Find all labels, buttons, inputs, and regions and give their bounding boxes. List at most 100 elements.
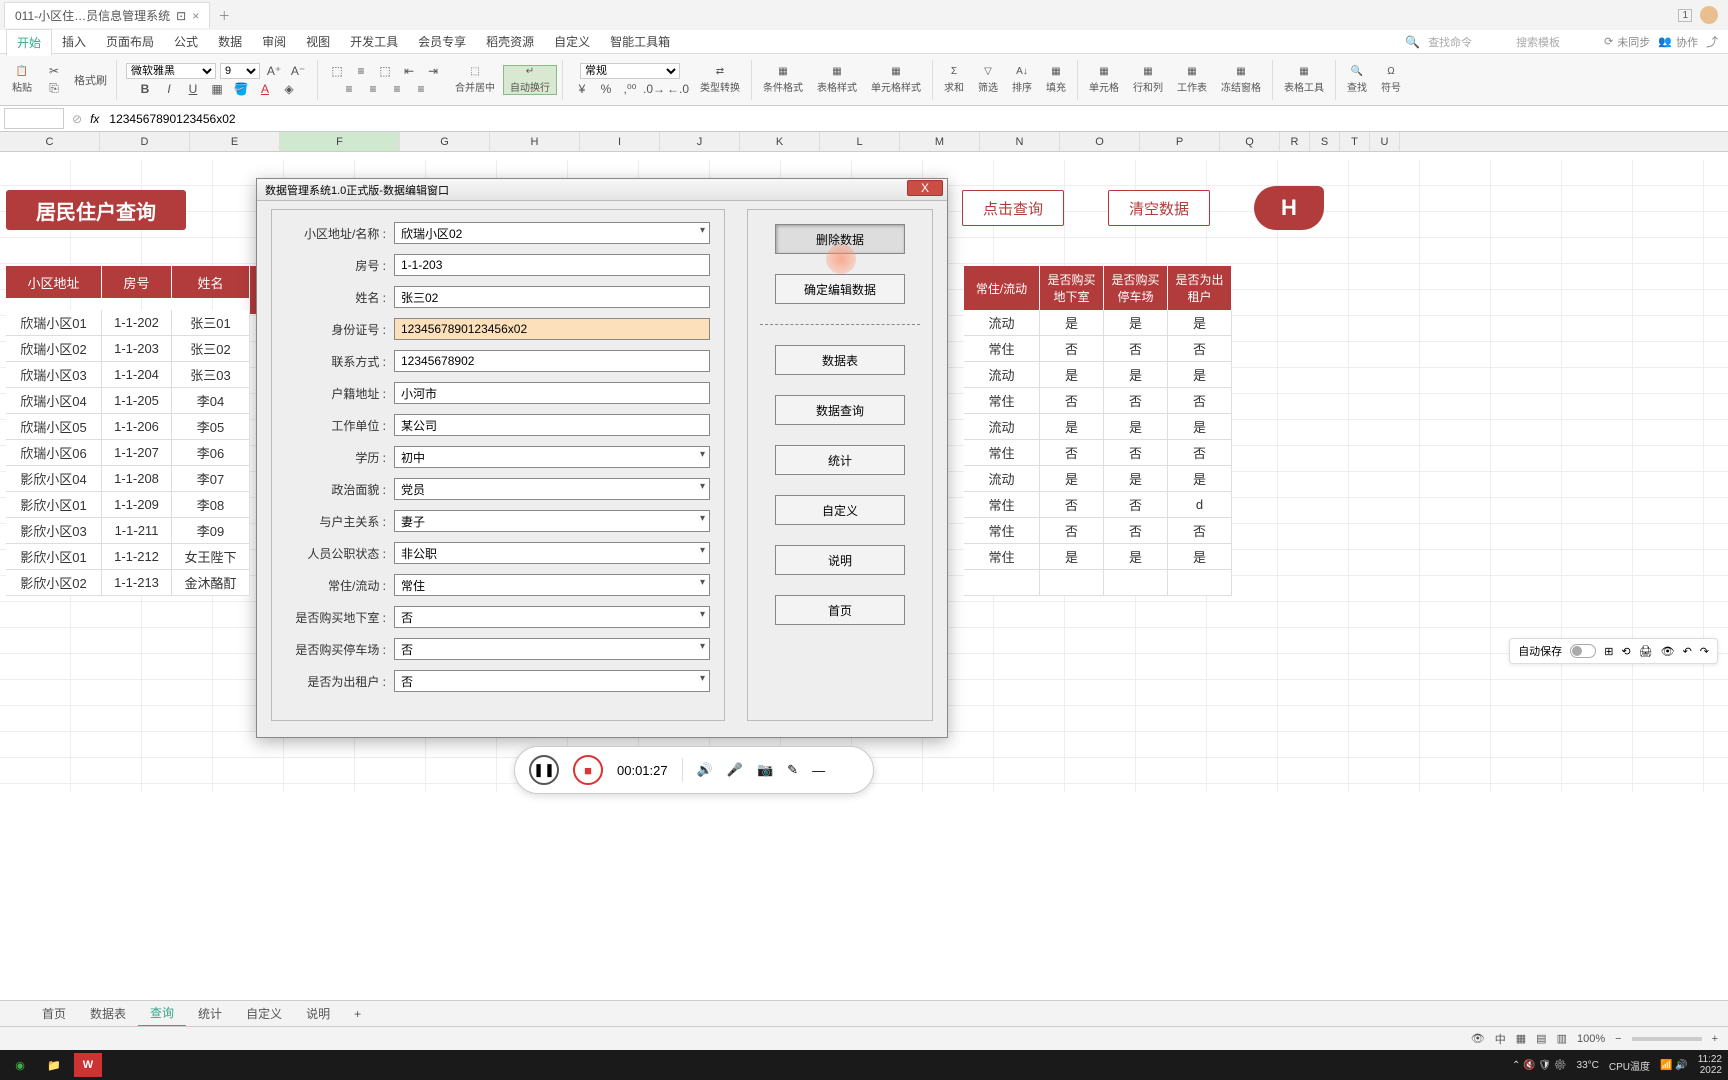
cell[interactable]: 影欣小区01 bbox=[6, 492, 102, 518]
form-field-1[interactable]: 1-1-203 bbox=[394, 254, 710, 276]
form-field-13[interactable]: 否 bbox=[394, 638, 710, 660]
add-sheet-button[interactable]: + bbox=[342, 1003, 373, 1025]
cell[interactable]: 张三03 bbox=[172, 362, 250, 388]
cell[interactable]: 否 bbox=[1168, 440, 1232, 466]
user-avatar[interactable] bbox=[1700, 6, 1718, 24]
font-decrease-icon[interactable]: A⁻ bbox=[288, 63, 308, 79]
cell[interactable]: 否 bbox=[1040, 336, 1104, 362]
pen-icon[interactable]: ✎ bbox=[787, 762, 798, 778]
find-button[interactable]: 🔍查找 bbox=[1341, 66, 1373, 94]
font-color-icon[interactable]: A bbox=[255, 81, 275, 97]
col-header-O[interactable]: O bbox=[1060, 132, 1140, 151]
cell[interactable]: 影欣小区04 bbox=[6, 466, 102, 492]
form-field-3[interactable]: 12345678901234​56x02 bbox=[394, 318, 710, 340]
tb-icon-4[interactable]: 👁 bbox=[1661, 645, 1675, 658]
comma-icon[interactable]: ,⁰⁰ bbox=[620, 81, 640, 97]
cell[interactable]: 影欣小区01 bbox=[6, 544, 102, 570]
sum-button[interactable]: Σ求和 bbox=[938, 66, 970, 94]
form-field-4[interactable]: 12345678902 bbox=[394, 350, 710, 372]
align-top-icon[interactable]: ⬚ bbox=[327, 63, 347, 79]
sheet-tab-3[interactable]: 统计 bbox=[186, 1001, 234, 1026]
type-convert-button[interactable]: ⇄类型转换 bbox=[694, 66, 746, 94]
cell[interactable]: 1-1-204 bbox=[102, 362, 172, 388]
sheet-tab-1[interactable]: 数据表 bbox=[78, 1001, 138, 1026]
start-icon[interactable]: ◉ bbox=[6, 1053, 34, 1077]
document-tab[interactable]: 011-小区住…员信息管理系统 ⊡ × bbox=[4, 2, 210, 28]
col-header-Q[interactable]: Q bbox=[1220, 132, 1280, 151]
cell[interactable]: 1-1-206 bbox=[102, 414, 172, 440]
collab-button[interactable]: 👥 协作 bbox=[1658, 34, 1698, 50]
name-box[interactable] bbox=[4, 108, 64, 129]
cell[interactable]: 否 bbox=[1040, 440, 1104, 466]
form-field-12[interactable]: 否 bbox=[394, 606, 710, 628]
cell[interactable]: 是 bbox=[1040, 544, 1104, 570]
align-center-icon[interactable]: ≡ bbox=[363, 81, 383, 97]
font-size-select[interactable]: 9 bbox=[220, 63, 260, 79]
cell[interactable]: 是 bbox=[1104, 362, 1168, 388]
cell[interactable]: 欣瑞小区05 bbox=[6, 414, 102, 440]
dec-inc-icon[interactable]: .0→ bbox=[644, 81, 664, 97]
ribbon-tab-9[interactable]: 稻壳资源 bbox=[476, 29, 544, 55]
clear-button[interactable]: 清空数据 bbox=[1108, 190, 1210, 226]
cell[interactable]: 是 bbox=[1168, 544, 1232, 570]
cell[interactable]: 否 bbox=[1168, 518, 1232, 544]
cell[interactable]: 欣瑞小区03 bbox=[6, 362, 102, 388]
form-field-2[interactable]: 张三02 bbox=[394, 286, 710, 308]
form-field-9[interactable]: 妻子 bbox=[394, 510, 710, 532]
sort-button[interactable]: A↓排序 bbox=[1006, 66, 1038, 94]
template-search[interactable]: 搜索模板 bbox=[1516, 34, 1596, 50]
form-field-0[interactable]: 欣瑞小区02 bbox=[394, 222, 710, 244]
dialog-button-1[interactable]: 确定编辑数据 bbox=[775, 274, 905, 304]
form-field-11[interactable]: 常住 bbox=[394, 574, 710, 596]
font-increase-icon[interactable]: A⁺ bbox=[264, 63, 284, 79]
col-header-S[interactable]: S bbox=[1310, 132, 1340, 151]
cell[interactable]: 常住 bbox=[964, 544, 1040, 570]
indent-inc-icon[interactable]: ⇥ bbox=[423, 63, 443, 79]
col-header-R[interactable]: R bbox=[1280, 132, 1310, 151]
cell[interactable]: 欣瑞小区01 bbox=[6, 310, 102, 336]
cell[interactable]: 张三02 bbox=[172, 336, 250, 362]
ribbon-tab-4[interactable]: 数据 bbox=[208, 29, 252, 55]
cell[interactable] bbox=[964, 570, 1040, 596]
ribbon-tab-1[interactable]: 插入 bbox=[52, 29, 96, 55]
col-header-T[interactable]: T bbox=[1340, 132, 1370, 151]
fill-button[interactable]: ▦填充 bbox=[1040, 66, 1072, 94]
dialog-button-5[interactable]: 自定义 bbox=[775, 495, 905, 525]
italic-icon[interactable]: I bbox=[159, 81, 179, 97]
table-tools-button[interactable]: ▦表格工具 bbox=[1278, 66, 1330, 94]
sheet-tab-2[interactable]: 查询 bbox=[138, 1000, 186, 1027]
stop-record-icon[interactable]: ■ bbox=[573, 755, 603, 785]
ribbon-tab-8[interactable]: 会员专享 bbox=[408, 29, 476, 55]
cell[interactable]: 常住 bbox=[964, 388, 1040, 414]
cell[interactable]: 欣瑞小区04 bbox=[6, 388, 102, 414]
bold-icon[interactable]: B bbox=[135, 81, 155, 97]
col-header-C[interactable]: C bbox=[0, 132, 100, 151]
col-header-F[interactable]: F bbox=[280, 132, 400, 151]
cut-icon[interactable]: ✂ bbox=[44, 63, 64, 79]
zoom-out-icon[interactable]: − bbox=[1615, 1033, 1621, 1045]
percent-icon[interactable]: % bbox=[596, 81, 616, 97]
cell[interactable]: 影欣小区02 bbox=[6, 570, 102, 596]
cell[interactable]: 1-1-212 bbox=[102, 544, 172, 570]
cell[interactable]: 1-1-208 bbox=[102, 466, 172, 492]
freeze-button[interactable]: ▦冻结窗格 bbox=[1215, 66, 1267, 94]
tb-undo-icon[interactable]: ↶ bbox=[1683, 645, 1692, 658]
cell[interactable] bbox=[1168, 570, 1232, 596]
cell[interactable]: 是 bbox=[1040, 414, 1104, 440]
fx-icon[interactable]: fx bbox=[86, 112, 103, 126]
ribbon-tab-2[interactable]: 页面布局 bbox=[96, 29, 164, 55]
form-field-6[interactable]: 某公司 bbox=[394, 414, 710, 436]
cell[interactable]: 常住 bbox=[964, 492, 1040, 518]
align-justify-icon[interactable]: ≡ bbox=[411, 81, 431, 97]
new-tab-button[interactable]: ＋ bbox=[210, 3, 238, 28]
cell[interactable]: 女王陛下 bbox=[172, 544, 250, 570]
cell[interactable]: 1-1-202 bbox=[102, 310, 172, 336]
cell[interactable]: 常住 bbox=[964, 440, 1040, 466]
cell[interactable]: 1-1-205 bbox=[102, 388, 172, 414]
cell[interactable]: 是 bbox=[1168, 362, 1232, 388]
dialog-button-6[interactable]: 说明 bbox=[775, 545, 905, 575]
copy-icon[interactable]: ⎘ bbox=[44, 81, 64, 97]
indent-dec-icon[interactable]: ⇤ bbox=[399, 63, 419, 79]
cell[interactable]: 李08 bbox=[172, 492, 250, 518]
cell[interactable]: 是 bbox=[1040, 362, 1104, 388]
